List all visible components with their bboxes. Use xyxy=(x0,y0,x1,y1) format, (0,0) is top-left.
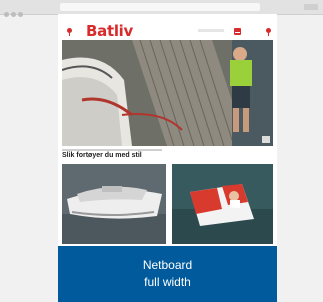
browser-toolbar xyxy=(0,0,323,17)
address-bar[interactable] xyxy=(60,3,260,11)
ad-line-2: full width xyxy=(144,275,191,289)
mail-icon[interactable] xyxy=(234,28,241,35)
article-card-image[interactable] xyxy=(62,164,166,244)
hero-image-caption xyxy=(62,149,162,151)
window-controls[interactable] xyxy=(4,4,26,17)
ad-line-1: Netboard xyxy=(142,258,193,272)
site-logo[interactable]: Batliv xyxy=(86,22,133,40)
browser-menu-button[interactable] xyxy=(304,4,318,10)
nav-links[interactable] xyxy=(198,29,224,32)
site-header: Batliv xyxy=(58,14,277,40)
hero-article-title[interactable]: Slik fortøyer du med stil xyxy=(62,152,142,159)
user-icon[interactable] xyxy=(265,28,272,36)
ad-netboard[interactable]: Netboard full width xyxy=(58,246,277,302)
hero-article-image[interactable] xyxy=(62,40,273,146)
location-pin-icon[interactable] xyxy=(66,28,73,36)
article-card-image[interactable] xyxy=(172,164,273,244)
